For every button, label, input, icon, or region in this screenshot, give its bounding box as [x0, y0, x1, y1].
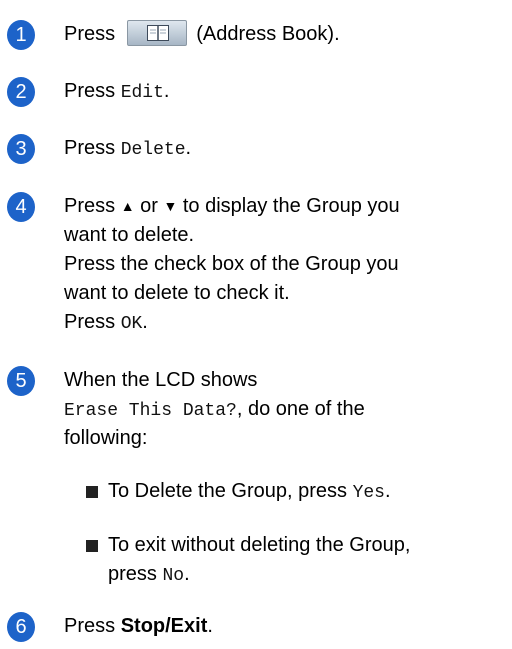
down-arrow-icon: ▼ — [163, 198, 178, 214]
step-number-badge: 1 — [7, 20, 35, 50]
step-text-line-1: Press ▲ or ▼ to display the Group you — [64, 195, 400, 217]
step-number-badge: 3 — [7, 134, 35, 164]
lcd-key-no: No — [162, 566, 185, 586]
step-text-line-1: When the LCD shows — [64, 369, 258, 391]
step-number-badge: 2 — [7, 77, 35, 107]
step-text-line-3: Press the check box of the Group you — [64, 253, 399, 275]
up-arrow-icon: ▲ — [120, 198, 135, 214]
address-book-icon — [146, 25, 169, 41]
step-text: Press (Address Book). — [64, 20, 340, 49]
step-text-line-3: following: — [64, 427, 148, 449]
step-number-badge: 4 — [7, 192, 35, 222]
step-text-line-2: Erase This Data?, do one of the — [64, 398, 365, 421]
lcd-key-yes: Yes — [352, 483, 385, 503]
step-text: Press Edit. — [64, 80, 170, 103]
stop-exit-key: Stop/Exit — [120, 615, 208, 637]
lcd-key-delete: Delete — [120, 140, 186, 160]
lcd-message: Erase This Data? — [64, 401, 237, 421]
step-number-badge: 6 — [7, 612, 35, 642]
step-text: Press Stop/Exit. — [64, 615, 213, 637]
address-book-button[interactable] — [126, 20, 187, 46]
lcd-key-ok: OK — [120, 314, 143, 334]
bullet-square-icon — [86, 540, 98, 552]
step-text-line-4: want to delete to check it. — [64, 282, 290, 304]
step-text: Press Delete. — [64, 137, 192, 160]
lcd-key-edit: Edit — [120, 83, 164, 103]
step-text-line-2: want to delete. — [64, 224, 195, 246]
step-number-badge: 5 — [7, 366, 35, 396]
bullet-square-icon — [86, 486, 98, 498]
step-text-line-5: Press OK. — [64, 311, 148, 334]
